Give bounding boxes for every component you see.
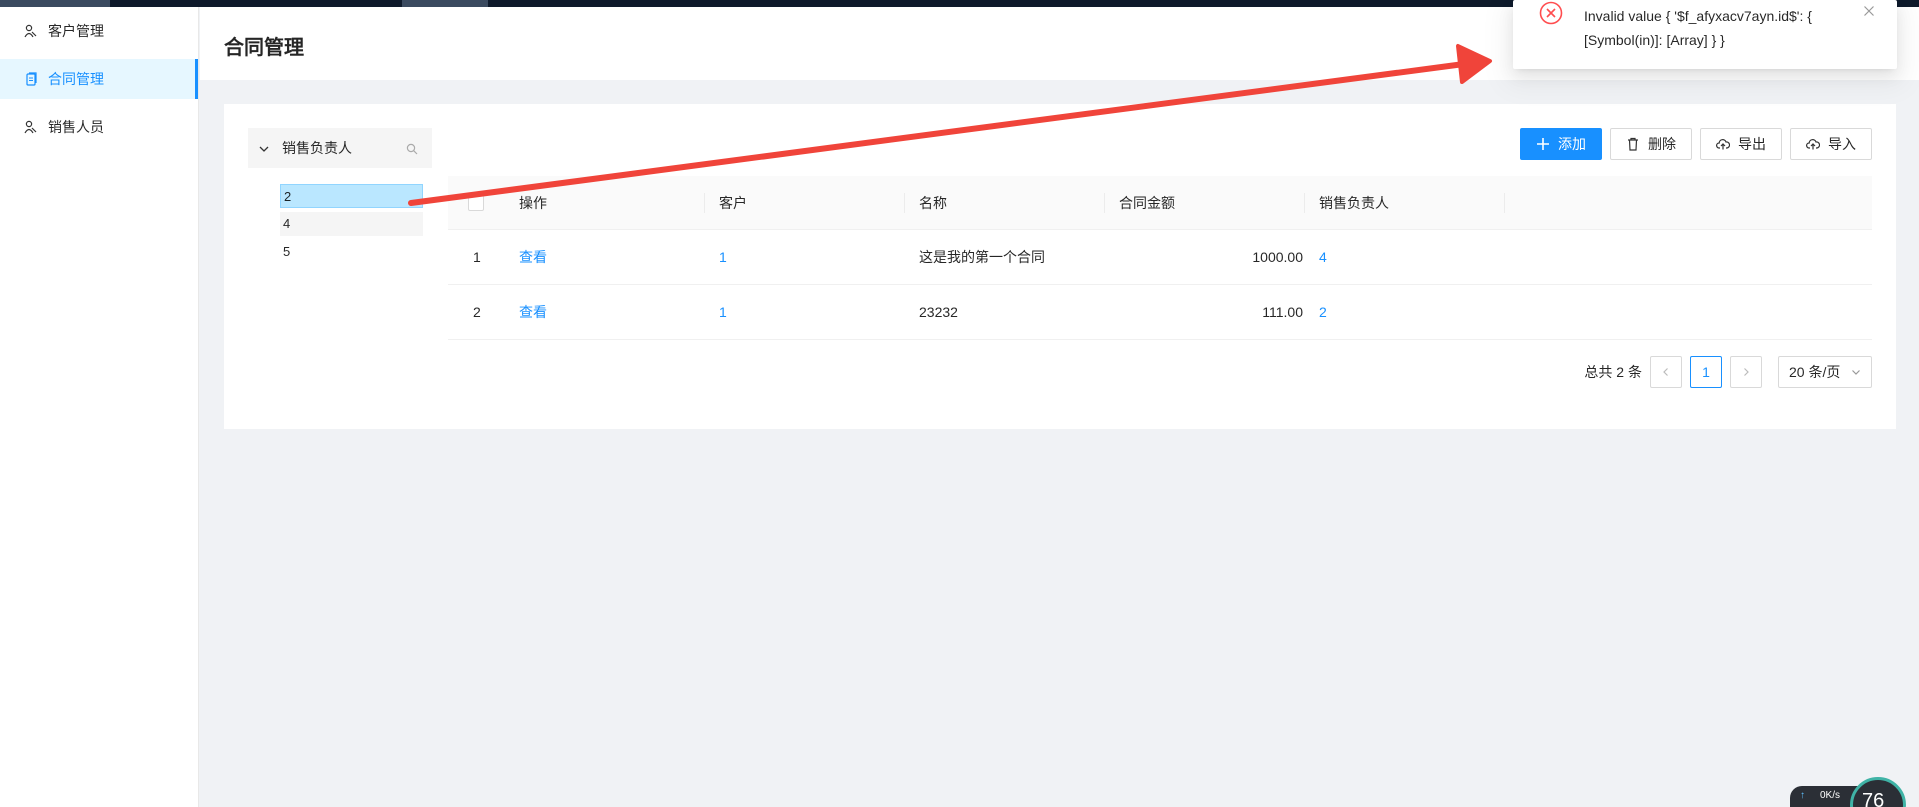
error-circle-icon bbox=[1539, 1, 1563, 25]
delete-button-label: 删除 bbox=[1648, 136, 1676, 152]
view-link[interactable]: 查看 bbox=[519, 230, 547, 284]
widget-number: 76 bbox=[1862, 790, 1885, 807]
toolbar: 添加 删除 导出 导入 bbox=[1520, 128, 1872, 160]
chevron-down-icon[interactable] bbox=[258, 142, 270, 154]
search-icon[interactable] bbox=[406, 142, 418, 155]
content-card: 销售负责人 2 4 5 添加 删除 导出 导入 操作 客户 名称 合同金额 销售… bbox=[224, 104, 1896, 429]
pagination-total: 总共 2 条 bbox=[1584, 364, 1642, 380]
column-divider bbox=[704, 193, 705, 213]
sidebar: 客户管理 合同管理 销售人员 bbox=[0, 7, 199, 807]
table-row: 1 查看 1 这是我的第一个合同 1000.00 4 bbox=[448, 230, 1872, 285]
import-button[interactable]: 导入 bbox=[1790, 128, 1872, 160]
column-header: 销售负责人 bbox=[1319, 194, 1389, 211]
page-button[interactable]: 1 bbox=[1690, 356, 1722, 388]
top-bar-segment bbox=[0, 0, 110, 7]
top-bar-segment bbox=[402, 0, 488, 7]
column-divider bbox=[1504, 193, 1505, 213]
row-index: 2 bbox=[473, 304, 481, 320]
next-page-button[interactable] bbox=[1730, 356, 1762, 388]
column-header: 名称 bbox=[919, 194, 947, 211]
error-notification: Invalid value { '$f_afyxacv7ayn.id$': { … bbox=[1513, 0, 1897, 69]
chevron-down-icon bbox=[1852, 370, 1860, 375]
sidebar-item-customers[interactable]: 客户管理 bbox=[0, 11, 198, 51]
page-size-value: 20 条/页 bbox=[1789, 364, 1841, 380]
export-button[interactable]: 导出 bbox=[1700, 128, 1782, 160]
customer-link[interactable]: 1 bbox=[719, 230, 727, 284]
column-header: 合同金额 bbox=[1119, 194, 1175, 211]
add-button-label: 添加 bbox=[1558, 136, 1586, 152]
column-header: 操作 bbox=[519, 194, 547, 211]
sidebar-item-label: 销售人员 bbox=[48, 119, 104, 135]
tree-node[interactable]: 2 bbox=[280, 184, 423, 208]
sidebar-item-salespeople[interactable]: 销售人员 bbox=[0, 107, 198, 147]
select-all-checkbox[interactable] bbox=[468, 176, 484, 229]
column-divider bbox=[904, 193, 905, 213]
page-size-select[interactable]: 20 条/页 bbox=[1778, 356, 1872, 388]
close-icon[interactable] bbox=[1863, 4, 1875, 16]
page-title: 合同管理 bbox=[224, 37, 304, 59]
chevron-left-icon bbox=[1663, 368, 1668, 376]
users-icon bbox=[24, 24, 38, 38]
sidebar-item-label: 合同管理 bbox=[48, 71, 104, 87]
column-header: 客户 bbox=[719, 194, 747, 211]
sales-owner-link[interactable]: 2 bbox=[1319, 285, 1327, 339]
tree-node[interactable]: 5 bbox=[280, 240, 423, 264]
speed-text: 0K/s bbox=[1820, 790, 1841, 801]
network-speed-widget: ↑ 0K/s 76 bbox=[1790, 777, 1919, 807]
users-icon bbox=[24, 120, 38, 134]
contract-name: 23232 bbox=[919, 304, 958, 320]
sales-owner-link[interactable]: 4 bbox=[1319, 230, 1327, 284]
row-index: 1 bbox=[473, 249, 481, 265]
sales-owner-tree: 销售负责人 2 4 5 bbox=[248, 128, 432, 264]
prev-page-button[interactable] bbox=[1650, 356, 1682, 388]
tree-title: 销售负责人 bbox=[282, 140, 352, 156]
document-icon bbox=[24, 72, 38, 86]
tree-node[interactable]: 4 bbox=[280, 212, 423, 236]
customer-link[interactable]: 1 bbox=[719, 285, 727, 339]
upload-arrow-icon: ↑ bbox=[1800, 790, 1805, 801]
pagination: 总共 2 条 1 20 条/页 bbox=[1584, 356, 1872, 388]
tree-header[interactable]: 销售负责人 bbox=[248, 128, 432, 168]
cloud-upload-icon bbox=[1806, 137, 1820, 151]
contract-amount: 1000.00 bbox=[1252, 249, 1303, 265]
import-button-label: 导入 bbox=[1828, 136, 1856, 152]
table-header: 操作 客户 名称 合同金额 销售负责人 bbox=[448, 176, 1872, 230]
sidebar-item-label: 客户管理 bbox=[48, 23, 104, 39]
column-divider bbox=[1104, 193, 1105, 213]
trash-icon bbox=[1626, 137, 1640, 151]
plus-icon bbox=[1536, 137, 1550, 151]
delete-button[interactable]: 删除 bbox=[1610, 128, 1692, 160]
add-button[interactable]: 添加 bbox=[1520, 128, 1602, 160]
column-divider bbox=[1304, 193, 1305, 213]
contract-name: 这是我的第一个合同 bbox=[919, 249, 1045, 265]
view-link[interactable]: 查看 bbox=[519, 285, 547, 339]
contract-amount: 111.00 bbox=[1262, 304, 1303, 320]
sidebar-item-contracts[interactable]: 合同管理 bbox=[0, 59, 198, 99]
export-button-label: 导出 bbox=[1738, 136, 1766, 152]
chevron-right-icon bbox=[1744, 368, 1749, 376]
notification-message: Invalid value { '$f_afyxacv7ayn.id$': { … bbox=[1584, 8, 1812, 48]
contracts-table: 操作 客户 名称 合同金额 销售负责人 1 查看 1 这是我的第一个合同 100… bbox=[448, 176, 1872, 340]
cloud-upload-icon bbox=[1716, 137, 1730, 151]
table-row: 2 查看 1 23232 111.00 2 bbox=[448, 285, 1872, 340]
